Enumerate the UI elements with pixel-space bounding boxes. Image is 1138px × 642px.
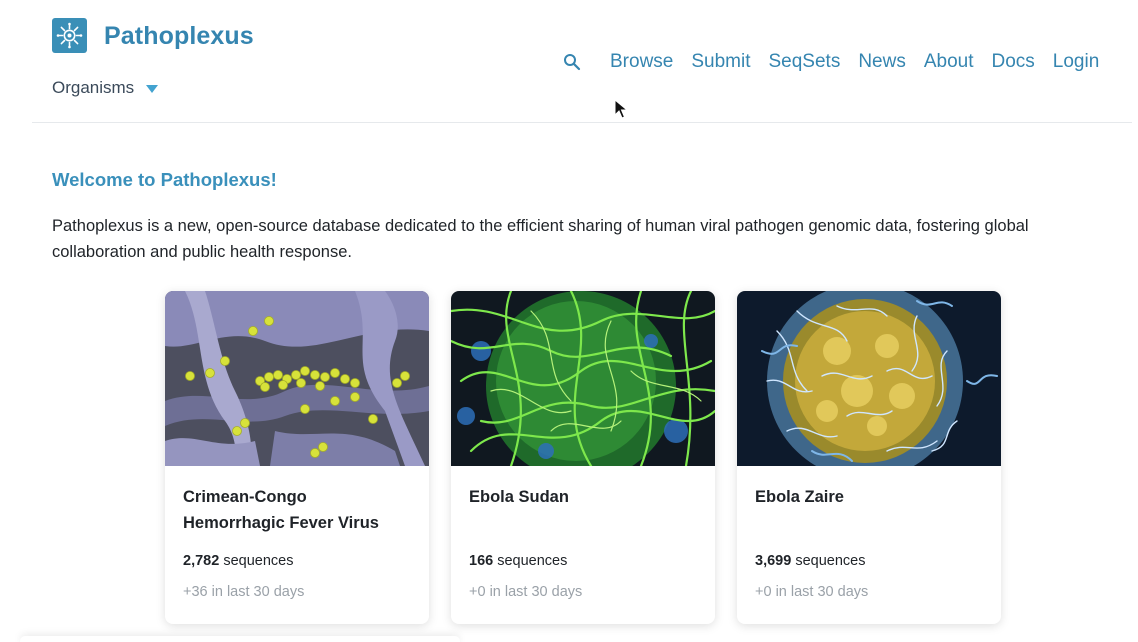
sequence-count: 3,699 sequences <box>755 553 866 569</box>
welcome-heading: Welcome to Pathoplexus! <box>52 169 277 190</box>
next-card-edge <box>20 636 460 642</box>
cchf-virus-image <box>165 291 429 466</box>
intro-text: Pathoplexus is a new, open-source databa… <box>52 217 1029 261</box>
organisms-label: Organisms <box>52 78 135 97</box>
organism-name: Crimean-Congo Hemorrhagic Fever Virus <box>183 488 379 532</box>
organism-name: Ebola Sudan <box>469 488 569 506</box>
nav-browse[interactable]: Browse <box>610 51 673 73</box>
nav-submit[interactable]: Submit <box>691 51 750 73</box>
pathoplexus-logo-icon[interactable] <box>52 18 87 53</box>
caret-down-icon <box>146 85 159 93</box>
organism-card-ebola-zaire[interactable]: Ebola Zaire 3,699 sequences +0 in last 3… <box>737 291 1001 624</box>
recent-sequences: +0 in last 30 days <box>469 584 583 600</box>
ebola-sudan-virus-image <box>451 291 715 466</box>
recent-sequences: +0 in last 30 days <box>755 584 869 600</box>
recent-sequences: +36 in last 30 days <box>183 584 305 600</box>
organism-card-ebola-sudan[interactable]: Ebola Sudan 166 sequences +0 in last 30 … <box>451 291 715 624</box>
top-nav: Browse Submit SeqSets News About Docs Lo… <box>560 50 1099 74</box>
nav-news[interactable]: News <box>858 51 906 73</box>
ebola-zaire-virus-image <box>737 291 1001 466</box>
search-icon[interactable] <box>560 50 584 74</box>
sequence-count: 166 sequences <box>469 553 568 569</box>
nav-seqsets[interactable]: SeqSets <box>769 51 841 73</box>
organism-card-cchf[interactable]: Crimean-Congo Hemorrhagic Fever Virus 2,… <box>165 291 429 624</box>
mouse-cursor-icon <box>614 99 628 119</box>
site-title[interactable]: Pathoplexus <box>104 22 254 51</box>
nav-about[interactable]: About <box>924 51 974 73</box>
organism-name: Ebola Zaire <box>755 488 844 506</box>
header-divider <box>32 122 1132 123</box>
nav-login[interactable]: Login <box>1053 51 1100 73</box>
nav-docs[interactable]: Docs <box>992 51 1035 73</box>
organisms-dropdown[interactable]: Organisms <box>52 78 159 98</box>
sequence-count: 2,782 sequences <box>183 553 294 569</box>
